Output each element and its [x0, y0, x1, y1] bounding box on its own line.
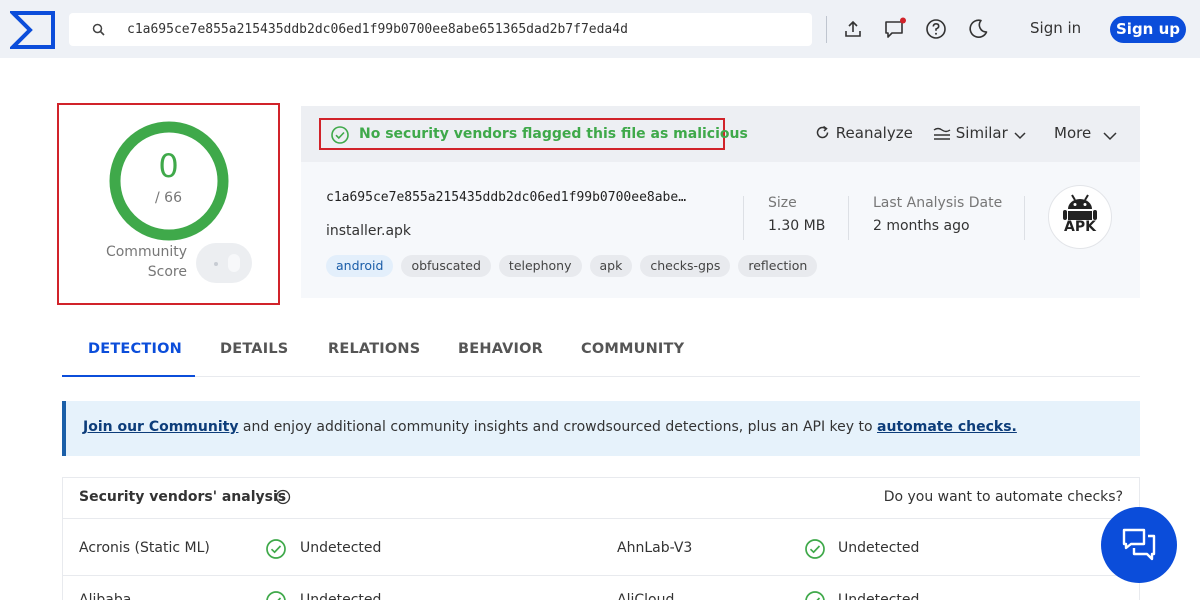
community-score-toggle[interactable] [196, 243, 252, 283]
meta-divider [1024, 196, 1025, 240]
table-divider [63, 518, 1139, 519]
sign-in-link[interactable]: Sign in [1030, 19, 1081, 37]
file-tags: android obfuscated telephony apk checks-gps r… [326, 255, 818, 277]
meta-divider [848, 196, 849, 240]
similar-dropdown[interactable]: Similar [933, 124, 1027, 142]
file-tag[interactable]: telephony [498, 255, 582, 277]
search-bar [69, 13, 812, 46]
vendor-name: AliCloud [617, 592, 675, 600]
chevron-down-icon [1014, 132, 1026, 140]
community-banner-text: Join our Community and enjoy additional … [83, 419, 1017, 435]
check-circle-icon [331, 126, 349, 144]
vendor-result: Undetected [300, 592, 382, 600]
vendor-result: Undetected [838, 540, 920, 556]
table-divider [63, 575, 1139, 576]
tab-details[interactable]: DETAILS [220, 341, 288, 357]
automate-checks-link[interactable]: automate checks. [877, 419, 1017, 435]
community-banner: Join our Community and enjoy additional … [62, 401, 1140, 456]
reanalyze-button[interactable]: Reanalyze [814, 124, 913, 142]
vendors-table: Security vendors' analysis Do you want t… [62, 477, 1140, 600]
dark-mode-icon[interactable] [966, 17, 990, 41]
toolbar-divider [826, 16, 827, 43]
undetected-check-icon [805, 539, 825, 559]
tab-behavior[interactable]: BEHAVIOR [458, 341, 543, 357]
banner-middle-text: and enjoy additional community insights … [238, 419, 878, 435]
refresh-icon [816, 125, 829, 139]
detection-count: 0 [158, 147, 179, 185]
vendor-name: Acronis (Static ML) [79, 540, 210, 556]
file-tag[interactable]: checks-gps [640, 255, 731, 277]
toggle-knob [228, 254, 240, 272]
search-input[interactable] [127, 13, 797, 46]
undetected-check-icon [266, 591, 286, 600]
similar-icon [933, 127, 951, 140]
tabs-divider [62, 376, 1140, 377]
size-value: 1.30 MB [768, 218, 826, 234]
join-community-link[interactable]: Join our Community [83, 419, 238, 435]
upload-icon[interactable] [841, 17, 865, 41]
meta-divider [743, 196, 744, 240]
chat-notification-icon[interactable] [883, 17, 907, 41]
vendor-result: Undetected [838, 592, 920, 600]
last-analysis-label: Last Analysis Date [873, 195, 1003, 211]
file-tag[interactable]: android [326, 255, 394, 277]
file-summary-panel: No security vendors flagged this file as… [301, 106, 1140, 298]
sign-up-button[interactable]: Sign up [1110, 16, 1186, 43]
automate-checks-prompt[interactable]: Do you want to automate checks? [884, 489, 1123, 505]
community-score-label: Community Score [105, 244, 187, 280]
file-tag[interactable]: apk [589, 255, 633, 277]
verdict-text: No security vendors flagged this file as… [359, 126, 748, 142]
tab-detection[interactable]: DETECTION [88, 341, 182, 357]
virustotal-logo-icon[interactable] [10, 10, 56, 50]
chat-icon [1122, 528, 1156, 561]
verdict-banner: No security vendors flagged this file as… [319, 118, 748, 150]
chat-support-button[interactable] [1101, 507, 1177, 583]
file-hash[interactable]: c1a695ce7e855a215435ddb2dc06ed1f99b0700e… [326, 190, 686, 205]
more-dropdown[interactable]: More [1054, 124, 1120, 142]
file-tag[interactable]: obfuscated [401, 255, 491, 277]
chevron-down-icon [1103, 132, 1117, 141]
file-summary-header: No security vendors flagged this file as… [301, 106, 1140, 162]
vendors-title: Security vendors' analysis [79, 489, 287, 505]
detection-score-box: 0 / 66 Community Score [57, 103, 280, 305]
vendor-result: Undetected [300, 540, 382, 556]
search-icon [92, 23, 105, 36]
last-analysis-value: 2 months ago [873, 218, 970, 234]
undetected-check-icon [266, 539, 286, 559]
info-icon[interactable] [275, 489, 291, 505]
detection-total: / 66 [155, 190, 182, 206]
size-label: Size [768, 195, 797, 211]
file-type-label: APK [1064, 219, 1096, 235]
tab-relations[interactable]: RELATIONS [328, 341, 420, 357]
toggle-dot [214, 262, 218, 266]
vendor-name: Alibaba [79, 592, 132, 600]
file-name: installer.apk [326, 223, 412, 239]
active-tab-indicator [62, 375, 195, 377]
help-icon[interactable] [924, 17, 948, 41]
tab-community[interactable]: COMMUNITY [581, 341, 684, 357]
vendor-name: AhnLab-V3 [617, 540, 693, 556]
undetected-check-icon [805, 591, 825, 600]
android-icon [1063, 194, 1097, 220]
file-type-badge: APK [1048, 185, 1112, 249]
file-tag[interactable]: reflection [738, 255, 818, 277]
top-bar: Sign in Sign up [0, 0, 1200, 58]
